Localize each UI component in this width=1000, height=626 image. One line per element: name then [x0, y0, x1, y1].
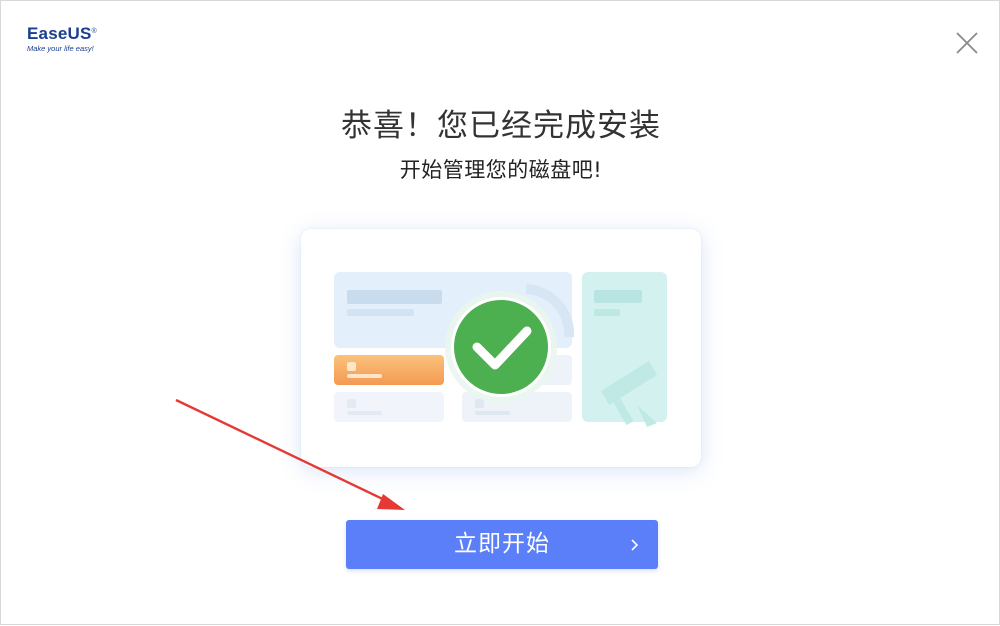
- illustration-graphic: [334, 272, 667, 427]
- installer-window: EaseUS® Make your life easy! 恭喜！您已经完成安装 …: [0, 0, 1000, 625]
- illus-bar: [347, 309, 414, 316]
- close-icon: [956, 32, 978, 54]
- checkmark-icon: [445, 291, 557, 403]
- logo-tagline: Make your life easy!: [27, 44, 94, 53]
- start-now-button[interactable]: 立即开始: [346, 520, 658, 569]
- install-complete-illustration: [301, 229, 701, 467]
- easeus-logo: EaseUS® Make your life easy!: [27, 25, 137, 61]
- close-button[interactable]: [951, 27, 983, 59]
- page-subtitle: 开始管理您的磁盘吧!: [399, 158, 603, 182]
- illus-bar: [347, 290, 442, 304]
- logo-brand: EaseUS®: [27, 24, 97, 43]
- chevron-right-icon: [631, 539, 639, 551]
- page-title: 恭喜！您已经完成安装: [341, 108, 661, 144]
- start-now-label: 立即开始: [454, 531, 550, 557]
